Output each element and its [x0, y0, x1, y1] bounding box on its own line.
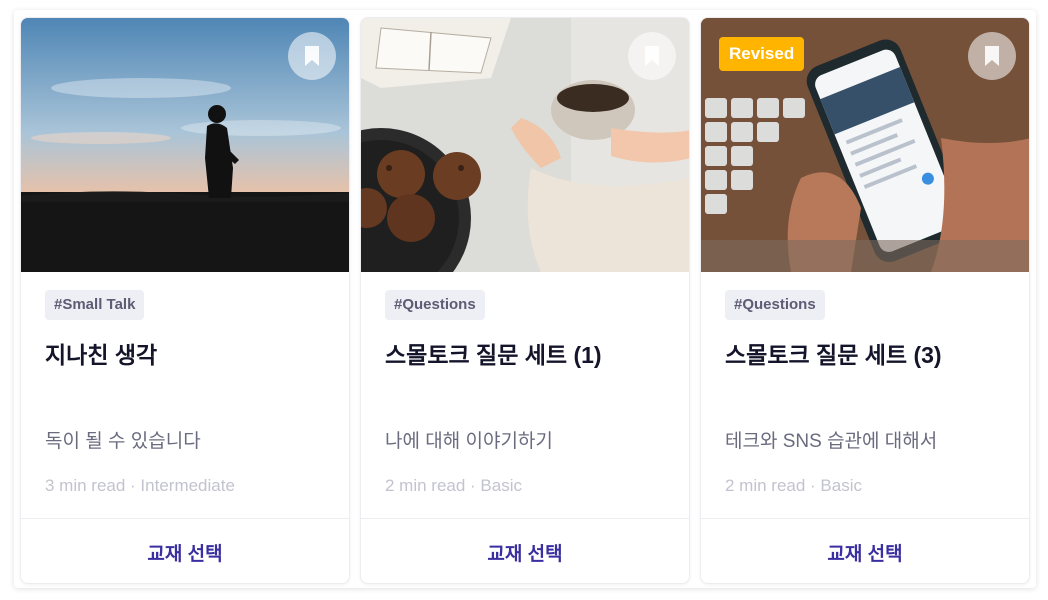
card-title: 스몰토크 질문 세트 (3): [725, 342, 942, 368]
card-title: 스몰토크 질문 세트 (1): [385, 342, 602, 368]
bookmark-button[interactable]: [968, 32, 1016, 80]
card-meta: 3 min read · Intermediate: [45, 476, 235, 495]
category-tag: #Questions: [385, 290, 485, 320]
category-tag: #Questions: [725, 290, 825, 320]
lesson-card[interactable]: #Questions 스몰토크 질문 세트 (1) 나에 대해 이야기하기 2 …: [360, 17, 690, 584]
bookmark-icon: [985, 46, 999, 66]
card-subtitle: 독이 될 수 있습니다: [45, 431, 201, 452]
category-tag: #Small Talk: [45, 290, 145, 320]
lesson-card[interactable]: Revised #Questions 스몰토크 질문 세트 (3) 테크와 SN…: [700, 17, 1030, 584]
card-meta: 2 min read · Basic: [725, 476, 862, 495]
card-subtitle: 테크와 SNS 습관에 대해서: [725, 431, 938, 452]
select-material-button[interactable]: 교재 선택: [21, 519, 349, 583]
card-title: 지나친 생각: [45, 342, 158, 368]
select-material-button[interactable]: 교재 선택: [361, 519, 689, 583]
lesson-card[interactable]: #Small Talk 지나친 생각 독이 될 수 있습니다 3 min rea…: [20, 17, 350, 584]
bookmark-icon: [645, 46, 659, 66]
card-subtitle: 나에 대해 이야기하기: [385, 431, 553, 452]
card-meta: 2 min read · Basic: [385, 476, 522, 495]
bookmark-button[interactable]: [628, 32, 676, 80]
bookmark-icon: [305, 46, 319, 66]
revised-badge: Revised: [719, 37, 805, 71]
bookmark-button[interactable]: [288, 32, 336, 80]
select-material-button[interactable]: 교재 선택: [701, 519, 1029, 583]
